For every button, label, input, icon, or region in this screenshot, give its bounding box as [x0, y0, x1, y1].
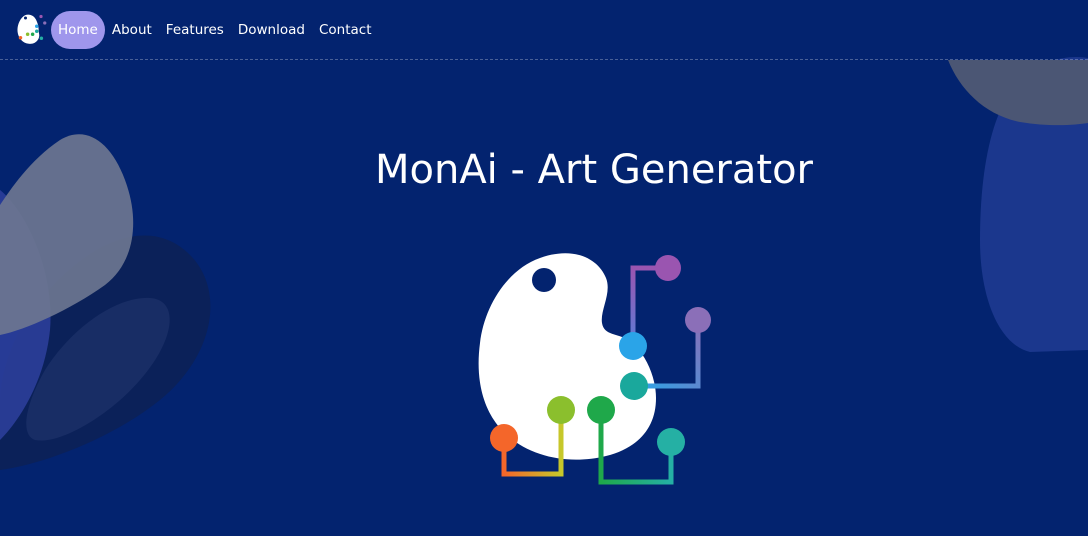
- hero-title: MonAi - Art Generator: [374, 147, 813, 193]
- navbar: Home About Features Download Contact: [0, 0, 1088, 60]
- nav-link-contact[interactable]: Contact: [312, 11, 379, 49]
- palette-circuit-logo-icon: [478, 253, 711, 485]
- nav-link-features[interactable]: Features: [159, 11, 231, 49]
- nav-logo-icon[interactable]: [17, 14, 47, 44]
- nav-link-home[interactable]: Home: [51, 11, 105, 49]
- nav-link-download[interactable]: Download: [231, 11, 312, 49]
- page: Home About Features Download Contact Mon…: [0, 0, 1088, 536]
- nav-links: Home About Features Download Contact: [51, 11, 379, 49]
- nav-link-about[interactable]: About: [105, 11, 159, 49]
- blob-right-gray: [948, 60, 1088, 126]
